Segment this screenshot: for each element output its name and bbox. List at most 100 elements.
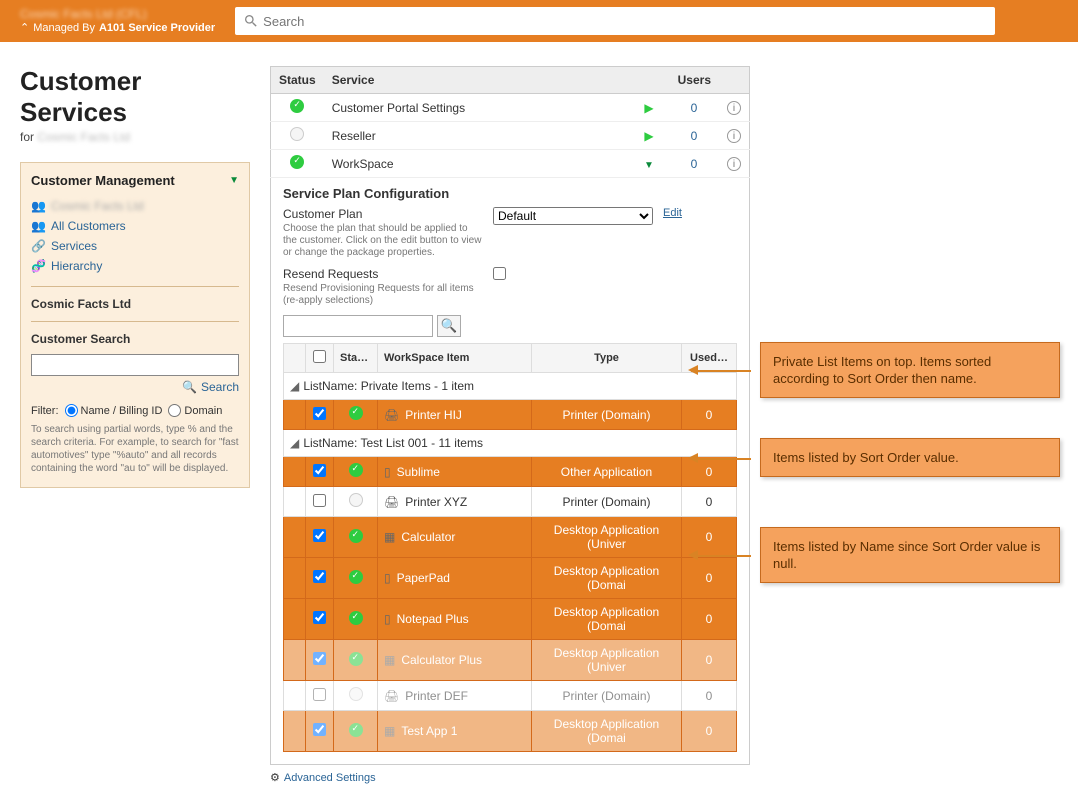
row-checkbox[interactable]: [313, 723, 326, 736]
customer-search-input[interactable]: [31, 354, 239, 376]
item-used: 0: [682, 487, 737, 517]
grid-item-row[interactable]: ▦ Calculator Plus Desktop Application (Uni…: [284, 640, 737, 681]
callouts: Private List Items on top. Items sorted …: [760, 342, 1060, 623]
sidebar-item[interactable]: 🔗Services: [31, 236, 239, 256]
managed-by-line[interactable]: ⌃ Managed By A101 Service Provider: [20, 21, 215, 35]
org-name: Cosmic Facts Ltd (CFL): [20, 7, 215, 21]
item-type: Printer (Domain): [532, 400, 682, 430]
filter-opt-name[interactable]: Name / Billing ID: [65, 404, 163, 417]
play-icon[interactable]: ▶: [644, 129, 653, 143]
info-icon[interactable]: i: [727, 129, 741, 143]
plan-help: Choose the plan that should be applied t…: [283, 223, 483, 259]
item-type-icon: ▦: [384, 653, 395, 667]
grid-item-row[interactable]: 🖨Printer XYZPrinter (Domain)0: [284, 487, 737, 517]
row-checkbox[interactable]: [313, 570, 326, 583]
resend-label-block: Resend Requests Resend Provisioning Requ…: [283, 267, 483, 307]
info-icon[interactable]: i: [727, 101, 741, 115]
nav-link[interactable]: All Customers: [51, 219, 126, 233]
search-link[interactable]: Search: [201, 380, 239, 394]
col-users[interactable]: Users: [669, 67, 719, 94]
checkall[interactable]: [313, 350, 326, 363]
row-checkbox[interactable]: [313, 652, 326, 665]
filter-radio-name[interactable]: [65, 404, 78, 417]
service-row[interactable]: WorkSpace▼0i: [271, 150, 750, 178]
users-count[interactable]: 0: [691, 101, 698, 115]
item-name: Calculator Plus: [401, 653, 482, 667]
item-name: Sublime: [397, 465, 440, 479]
grid-item-row[interactable]: 🖨Printer DEFPrinter (Domain)0: [284, 681, 737, 711]
status-ok-icon: [349, 529, 363, 543]
plan-edit-link[interactable]: Edit: [663, 207, 682, 219]
grid-item-row[interactable]: ▯PaperPadDesktop Application (Domai0: [284, 558, 737, 599]
filter-opt-domain[interactable]: Domain: [168, 404, 222, 417]
col-expand: [284, 344, 306, 373]
resend-checkbox[interactable]: [493, 267, 506, 280]
status-none-icon: [290, 127, 304, 141]
grid-item-row[interactable]: ▯SublimeOther Application0: [284, 457, 737, 487]
global-search[interactable]: [235, 7, 995, 35]
row-checkbox[interactable]: [313, 688, 326, 701]
plan-label: Customer Plan: [283, 207, 362, 221]
sidebar-item[interactable]: 👥Cosmic Facts Ltd: [31, 196, 239, 216]
group-label: ListName: Private Items - 1 item: [303, 379, 474, 393]
nav-link[interactable]: Hierarchy: [51, 259, 102, 273]
grid-group-row[interactable]: ◢ ListName: Private Items - 1 item: [284, 373, 737, 400]
nav-link[interactable]: Services: [51, 239, 97, 253]
global-search-input[interactable]: [259, 10, 987, 33]
info-icon[interactable]: i: [727, 157, 741, 171]
org-block: Cosmic Facts Ltd (CFL) ⌃ Managed By A101…: [20, 7, 215, 35]
play-icon[interactable]: ▶: [644, 101, 653, 115]
status-ok-icon: [290, 99, 304, 113]
service-row[interactable]: Reseller ▶ 0 i: [271, 122, 750, 150]
item-type: Other Application: [532, 457, 682, 487]
sidebar-item[interactable]: 🧬 Hierarchy: [31, 256, 239, 276]
status-ok-icon: [349, 570, 363, 584]
managed-by: A101 Service Provider: [99, 21, 215, 35]
nav-icon: 🧬: [31, 259, 45, 273]
users-count[interactable]: 0: [691, 157, 698, 171]
grid-search-input[interactable]: [283, 315, 433, 337]
row-checkbox[interactable]: [313, 464, 326, 477]
col-service[interactable]: Service: [324, 67, 629, 94]
grid-item-row[interactable]: ▯Notepad PlusDesktop Application (Domai0: [284, 599, 737, 640]
col-sta[interactable]: Sta…: [334, 344, 378, 373]
item-type: Desktop Application (Domai: [532, 711, 682, 752]
col-item[interactable]: WorkSpace Item: [378, 344, 532, 373]
search-subhead: Customer Search: [31, 332, 239, 346]
grid-search-button[interactable]: 🔍: [437, 315, 461, 337]
page-subtitle: for Cosmic Facts Ltd: [20, 130, 250, 144]
item-name: Printer DEF: [405, 689, 468, 703]
grid-group-row[interactable]: ◢ ListName: Test List 001 - 11 items: [284, 430, 737, 457]
expand-icon[interactable]: ▼: [644, 160, 654, 171]
col-status[interactable]: Status: [271, 67, 324, 94]
grid-item-row[interactable]: 🖨Printer HIJPrinter (Domain)0: [284, 400, 737, 430]
plan-select[interactable]: Default: [493, 207, 653, 225]
sidebar-item[interactable]: 👥 All Customers: [31, 216, 239, 236]
nav-icon: 👥: [31, 219, 45, 233]
row-checkbox[interactable]: [313, 494, 326, 507]
advanced-settings-link[interactable]: Advanced Settings: [284, 772, 376, 784]
row-checkbox[interactable]: [313, 529, 326, 542]
item-type-icon: ▯: [384, 571, 391, 585]
nav-icon: 👥: [31, 199, 45, 213]
group-toggle-icon[interactable]: ◢: [290, 436, 300, 450]
item-type: Desktop Application (Univer: [532, 640, 682, 681]
users-count[interactable]: 0: [691, 129, 698, 143]
services-table: Status Service Users Customer Portal Set…: [270, 66, 750, 178]
filter-opt1-label: Name / Billing ID: [81, 405, 163, 417]
collapse-tri-icon[interactable]: ▼: [229, 175, 239, 186]
col-type[interactable]: Type: [532, 344, 682, 373]
service-row[interactable]: Customer Portal Settings▶0i: [271, 94, 750, 122]
grid-item-row[interactable]: ▦CalculatorDesktop Application (Univer0: [284, 517, 737, 558]
group-toggle-icon[interactable]: ◢: [290, 379, 300, 393]
filter-radio-domain[interactable]: [168, 404, 181, 417]
workspace-grid: Sta… WorkSpace Item Type Used… ◢ ListNam…: [283, 343, 737, 752]
service-name: Reseller: [324, 122, 629, 150]
col-checkall[interactable]: [306, 344, 334, 373]
filter-help: To search using partial words, type % an…: [31, 423, 239, 475]
callout-2: Items listed by Sort Order value.: [760, 438, 1060, 477]
grid-item-row[interactable]: ▦Test App 1Desktop Application (Domai0: [284, 711, 737, 752]
row-checkbox[interactable]: [313, 407, 326, 420]
nav-list: 👥Cosmic Facts Ltd👥All Customers🔗Services…: [31, 196, 239, 276]
row-checkbox[interactable]: [313, 611, 326, 624]
